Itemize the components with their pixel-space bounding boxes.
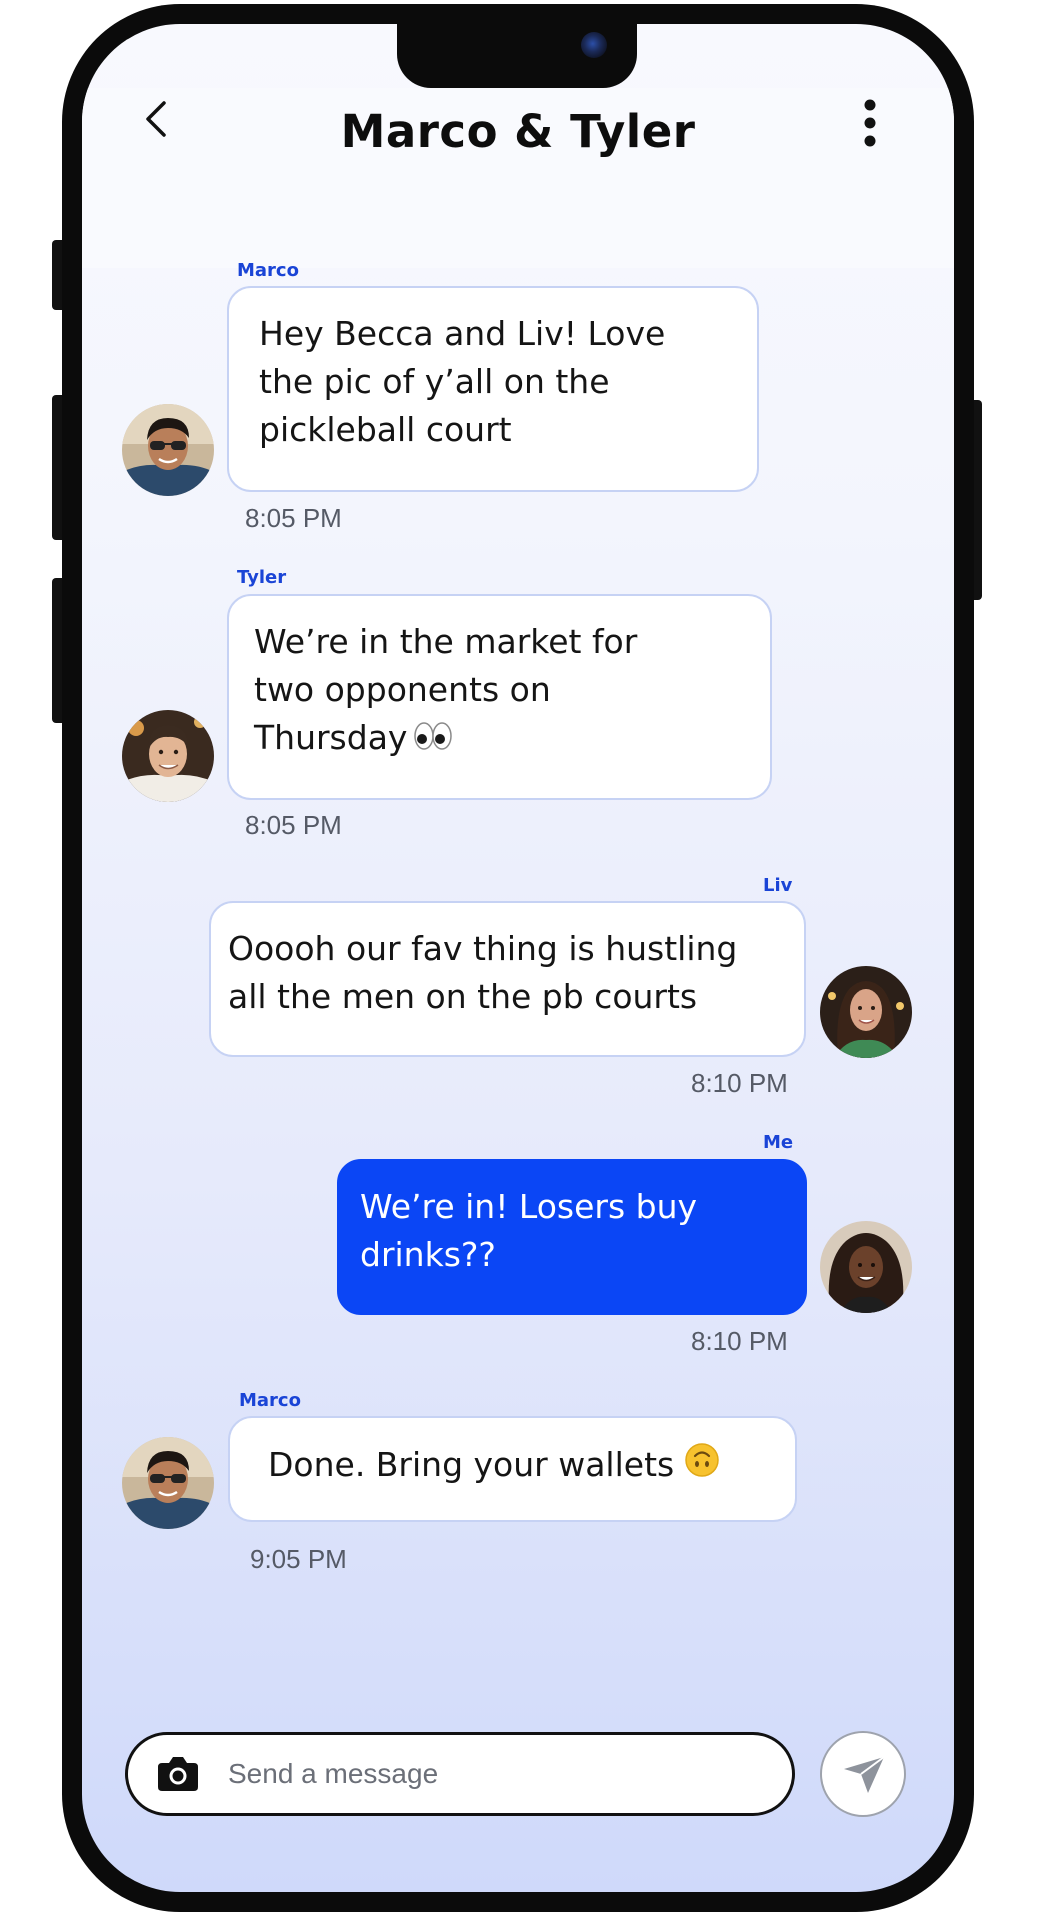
more-options-button[interactable] bbox=[858, 98, 882, 148]
message-composer bbox=[125, 1732, 795, 1816]
message-time: 8:05 PM bbox=[245, 810, 342, 840]
front-camera-icon bbox=[581, 32, 607, 58]
message-bubble[interactable]: Done. Bring your wallets bbox=[228, 1416, 797, 1522]
message-time: 8:05 PM bbox=[245, 503, 342, 533]
message-bubble[interactable]: Ooooh our fav thing is hustling all the … bbox=[209, 901, 806, 1057]
sender-name: Marco bbox=[239, 1390, 301, 1411]
more-vertical-icon bbox=[864, 99, 876, 147]
message-bubble[interactable]: We’re in the market for two opponents on… bbox=[227, 594, 772, 800]
avatar-me bbox=[820, 1221, 912, 1313]
chat-title: Marco & Tyler bbox=[340, 105, 696, 158]
message-text: Hey Becca and Liv! Love the pic of y’all… bbox=[259, 314, 666, 449]
message-time: 8:10 PM bbox=[691, 1068, 788, 1098]
message-text: Done. Bring your wallets bbox=[268, 1445, 675, 1484]
send-button[interactable] bbox=[820, 1731, 906, 1817]
message-text: We’re in! Losers buy drinks?? bbox=[360, 1187, 698, 1274]
sender-name: Marco bbox=[237, 260, 299, 281]
message-bubble[interactable]: We’re in! Losers buy drinks?? bbox=[337, 1159, 807, 1315]
send-icon bbox=[844, 1756, 885, 1793]
avatar-liv bbox=[820, 966, 912, 1058]
message-bubble[interactable]: Hey Becca and Liv! Love the pic of y’all… bbox=[227, 286, 759, 492]
avatar-marco bbox=[122, 404, 214, 496]
message-input[interactable] bbox=[228, 1749, 748, 1799]
message-time: 8:10 PM bbox=[691, 1326, 788, 1356]
eyes-emoji bbox=[413, 716, 453, 764]
avatar-marco bbox=[122, 1437, 214, 1529]
camera-button[interactable] bbox=[156, 1755, 200, 1793]
camera-icon bbox=[158, 1757, 198, 1791]
phone-notch bbox=[397, 24, 637, 88]
sender-name: Me bbox=[763, 1132, 794, 1153]
sender-name: Tyler bbox=[237, 567, 287, 588]
upside-down-face-emoji bbox=[684, 1442, 720, 1491]
message-text: Ooooh our fav thing is hustling all the … bbox=[228, 929, 738, 1016]
sender-name: Liv bbox=[763, 875, 793, 896]
message-time: 9:05 PM bbox=[250, 1544, 347, 1574]
avatar-tyler bbox=[122, 710, 214, 802]
phone-screen: Marco & Tyler Marco Hey Becca and Liv! L… bbox=[82, 24, 954, 1892]
